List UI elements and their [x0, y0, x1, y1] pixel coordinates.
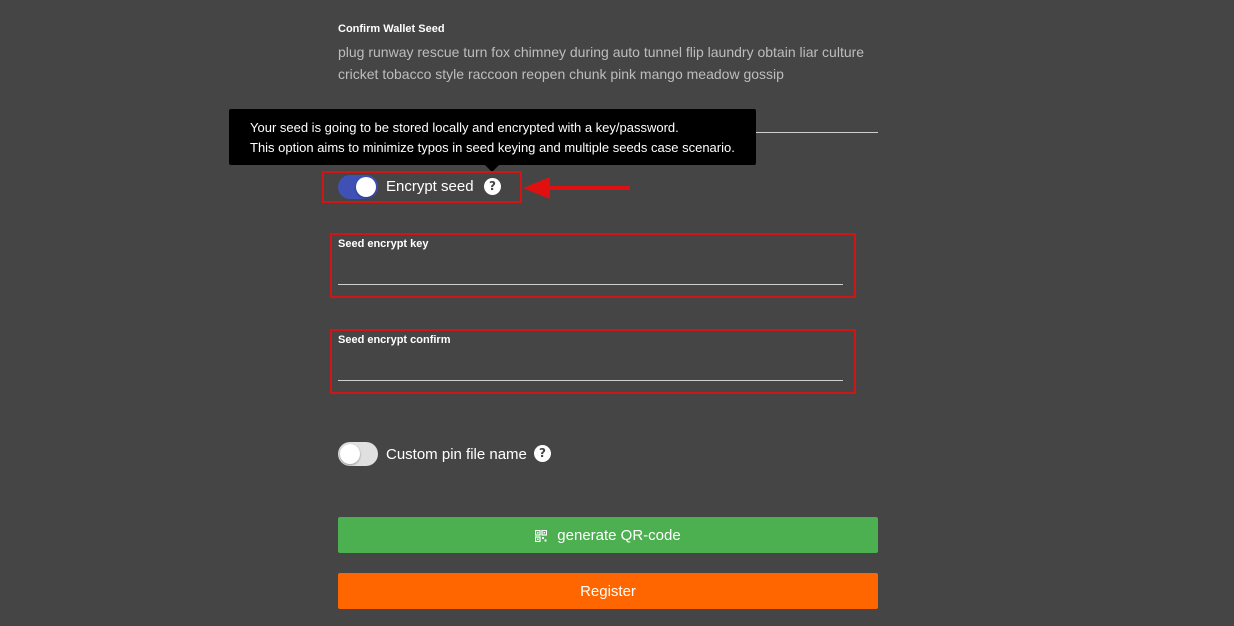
seed-encrypt-confirm-label: Seed encrypt confirm	[338, 334, 451, 346]
encrypt-seed-tooltip: Your seed is going to be stored locally …	[229, 109, 756, 165]
custom-pin-toggle-knob	[340, 444, 360, 464]
generate-qr-button[interactable]: generate QR-code	[338, 517, 878, 553]
seed-encrypt-confirm-underline	[338, 380, 843, 381]
register-label: Register	[580, 582, 636, 600]
qr-code-icon	[535, 529, 548, 543]
confirm-seed-label: Confirm Wallet Seed	[338, 23, 445, 35]
red-arrow-annotation	[523, 177, 630, 199]
tooltip-line-1: Your seed is going to be stored locally …	[250, 120, 679, 135]
confirm-seed-value[interactable]: plug runway rescue turn fox chimney duri…	[338, 41, 878, 85]
generate-qr-label: generate QR-code	[557, 526, 681, 544]
seed-encrypt-confirm-input[interactable]	[338, 358, 843, 378]
custom-pin-label: Custom pin file name	[386, 446, 527, 463]
seed-encrypt-key-label: Seed encrypt key	[338, 238, 429, 250]
seed-encrypt-key-input[interactable]	[338, 262, 843, 282]
register-button[interactable]: Register	[338, 573, 878, 609]
custom-pin-toggle[interactable]	[338, 442, 378, 466]
question-circle-icon[interactable]: ?	[534, 445, 551, 462]
encrypt-seed-highlight	[322, 171, 522, 203]
tooltip-line-2: This option aims to minimize typos in se…	[250, 140, 735, 155]
seed-encrypt-key-underline	[338, 284, 843, 285]
